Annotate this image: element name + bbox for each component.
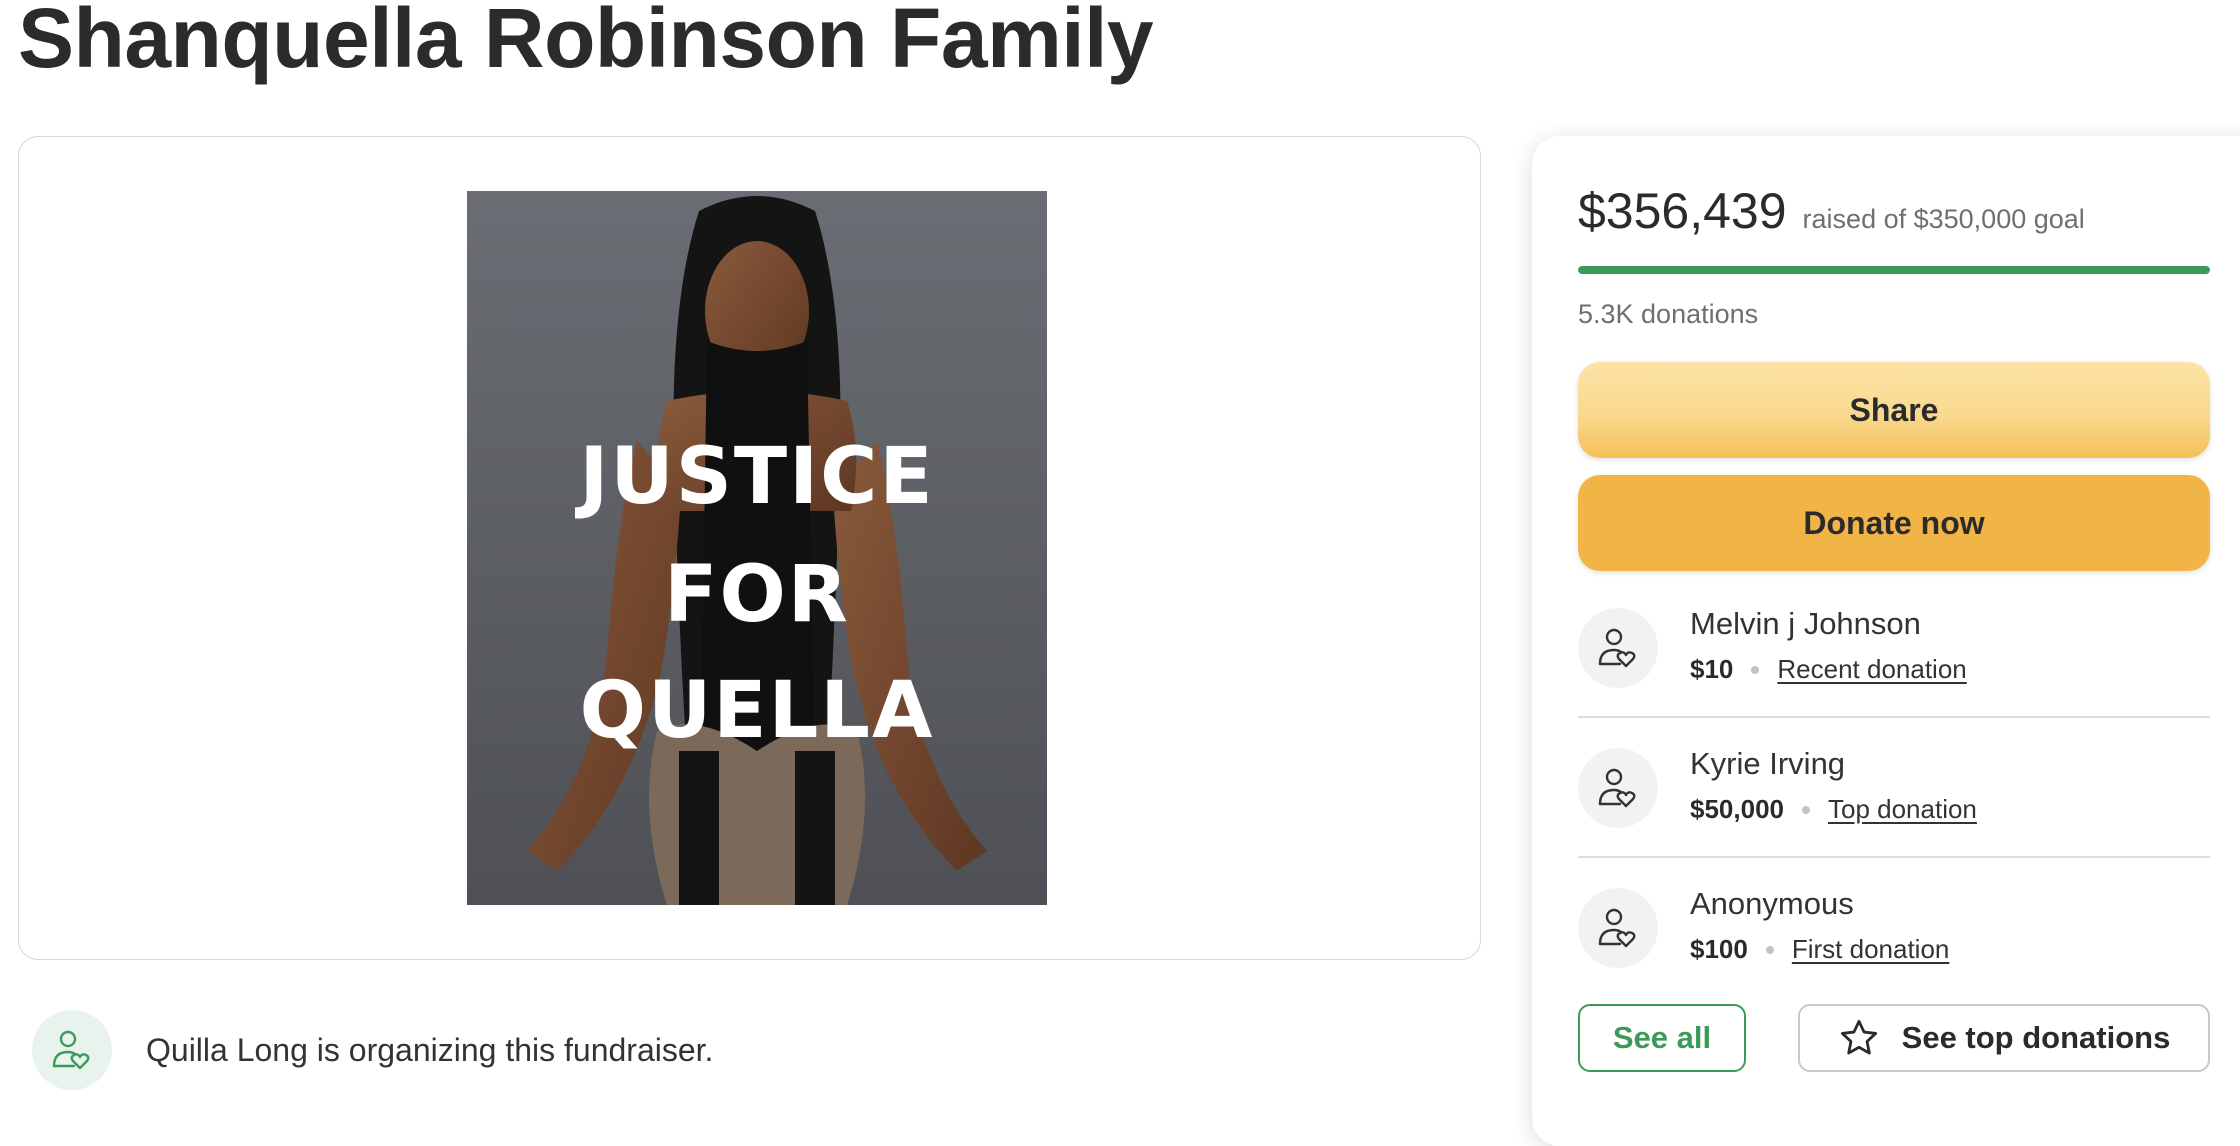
donor-avatar-icon	[1578, 888, 1658, 968]
separator-dot	[1765, 945, 1774, 954]
donor-tag-link[interactable]: Top donation	[1828, 794, 1977, 825]
donor-avatar-icon	[1578, 748, 1658, 828]
organizer-row: Quilla Long is organizing this fundraise…	[32, 1008, 713, 1092]
share-button[interactable]: Share	[1578, 362, 2210, 458]
donor-list-item: Melvin j Johnson $10 Recent donation	[1578, 602, 2210, 742]
divider	[1578, 856, 2210, 858]
donor-meta: $50,000 Top donation	[1690, 794, 1977, 825]
see-top-donations-button[interactable]: See top donations	[1798, 1004, 2210, 1072]
donor-meta: $100 First donation	[1690, 934, 1949, 965]
donor-name: Melvin j Johnson	[1690, 606, 1921, 641]
donor-avatar-icon	[1578, 608, 1658, 688]
donation-sidebar: $356,439 raised of $350,000 goal 5.3K do…	[1532, 136, 2240, 1146]
donation-count: 5.3K donations	[1578, 299, 1759, 329]
campaign-media-card: JUSTICE FOR QUELLA	[18, 136, 1481, 960]
donor-amount: $100	[1690, 934, 1748, 964]
donor-name: Anonymous	[1690, 886, 1854, 921]
separator-dot	[1801, 805, 1810, 814]
donor-amount: $50,000	[1690, 794, 1784, 824]
campaign-image-text-line-3: QUELLA	[580, 666, 935, 756]
divider	[1578, 716, 2210, 718]
donate-now-button[interactable]: Donate now	[1578, 475, 2210, 571]
goal-text: raised of $350,000 goal	[1802, 204, 2085, 234]
amount-raised: $356,439	[1578, 183, 1787, 239]
donor-tag-link[interactable]: First donation	[1792, 934, 1950, 965]
see-top-donations-label: See top donations	[1901, 1020, 2171, 1055]
campaign-image-text-line-2: FOR	[664, 550, 850, 640]
progress-fill	[1578, 266, 2210, 274]
donor-list-item: Kyrie Irving $50,000 Top donation	[1578, 742, 2210, 882]
progress-bar	[1578, 266, 2210, 274]
campaign-image-text-line-1: JUSTICE	[574, 432, 934, 522]
page-title: Shanquella Robinson Family	[18, 0, 1154, 85]
user-heart-icon	[32, 1010, 112, 1090]
see-all-button[interactable]: See all	[1578, 1004, 1746, 1072]
donor-amount: $10	[1690, 654, 1734, 684]
organizer-text: Quilla Long is organizing this fundraise…	[146, 1031, 714, 1068]
donor-list-item: Anonymous $100 First donation	[1578, 882, 2210, 1022]
separator-dot	[1751, 665, 1760, 674]
star-icon	[1840, 1019, 1877, 1055]
donor-meta: $10 Recent donation	[1690, 654, 1967, 685]
campaign-photo[interactable]: JUSTICE FOR QUELLA	[467, 191, 1047, 905]
donor-tag-link[interactable]: Recent donation	[1777, 654, 1966, 685]
donor-name: Kyrie Irving	[1690, 746, 1846, 781]
amount-row: $356,439 raised of $350,000 goal	[1578, 182, 2085, 240]
